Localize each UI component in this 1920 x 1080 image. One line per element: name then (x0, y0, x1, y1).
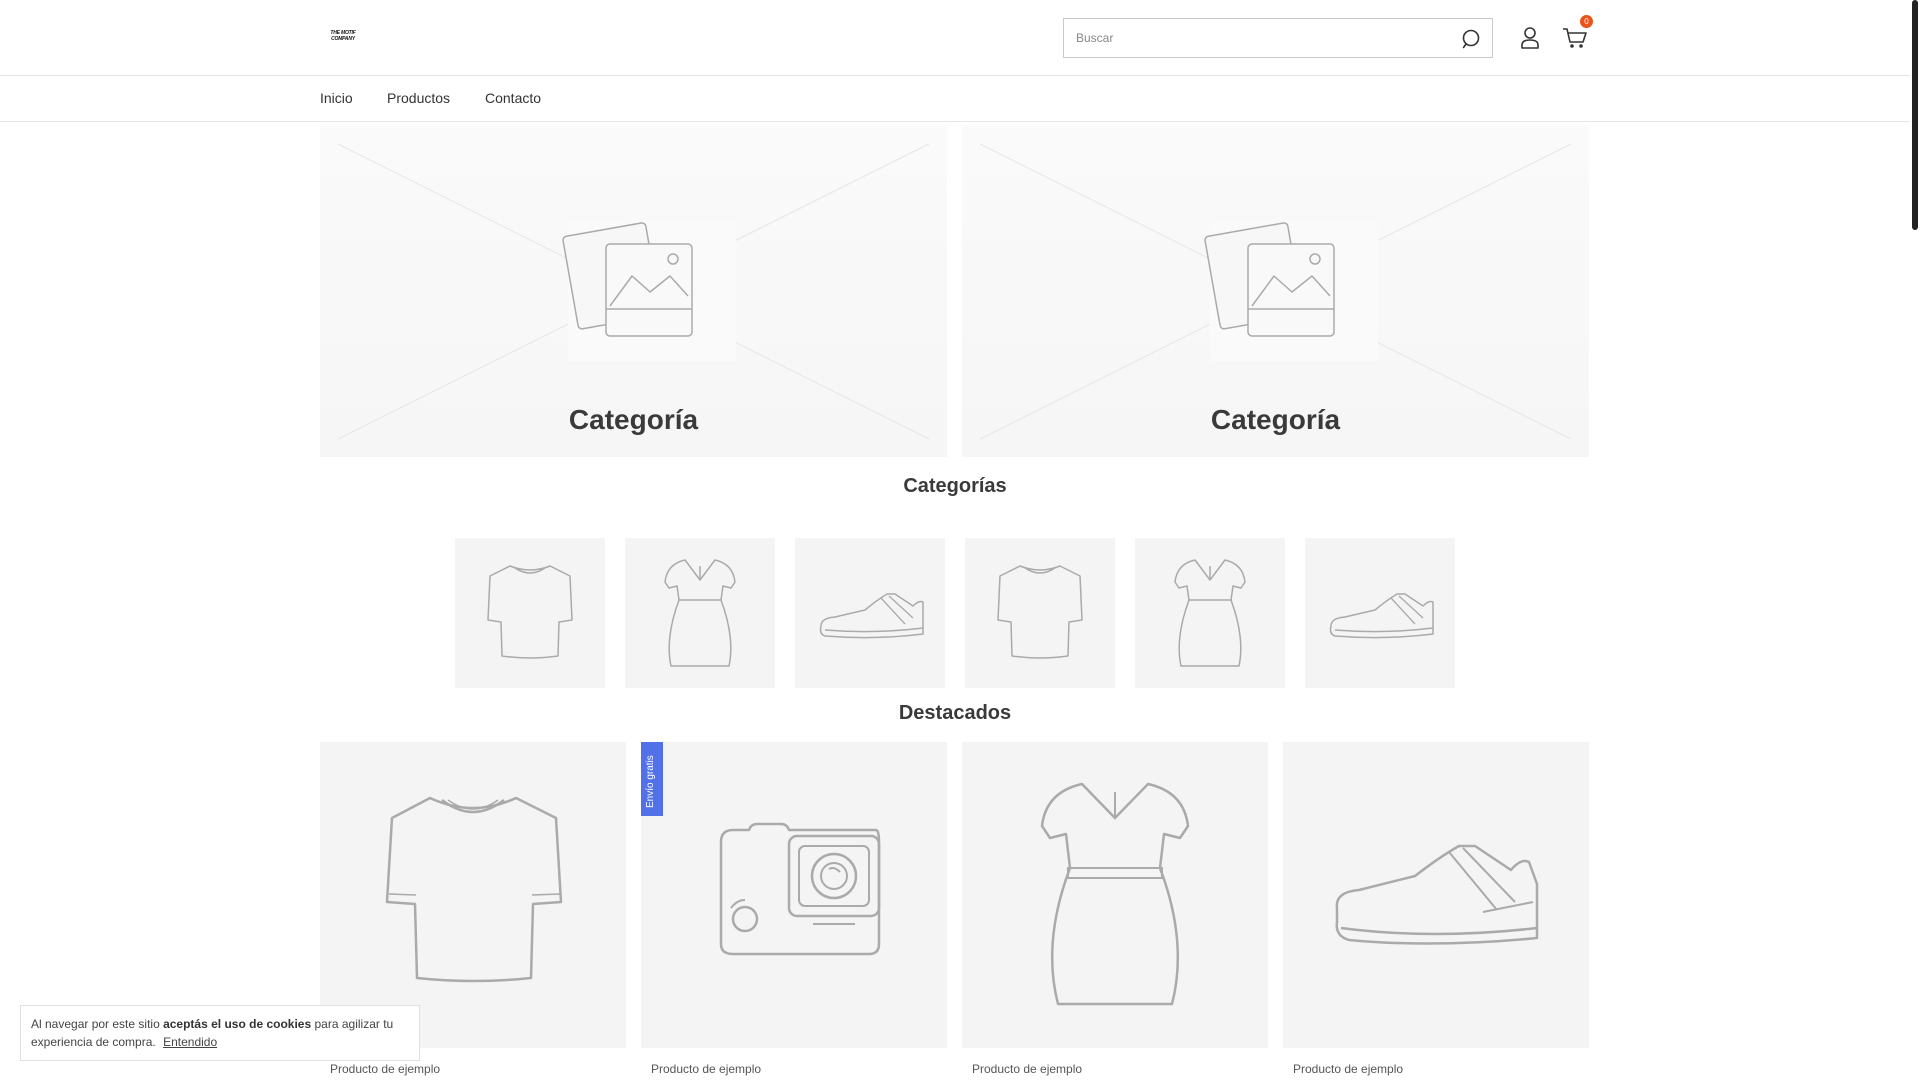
site-header: THE MOTIF COMPANY 0 (0, 0, 1910, 76)
category-banner-1[interactable]: Categoría (320, 126, 947, 457)
tshirt-icon (997, 565, 1083, 659)
sneaker-icon (1335, 844, 1539, 945)
dress-icon (1040, 782, 1190, 1006)
dress-icon (1174, 559, 1246, 667)
category-thumb-3[interactable] (795, 538, 945, 688)
store-logo[interactable]: THE MOTIF COMPANY (326, 30, 360, 44)
dress-icon (664, 559, 736, 667)
product-name[interactable]: Producto de ejemplo (1293, 1062, 1403, 1076)
sneaker-icon (819, 593, 924, 639)
camera-icon (719, 822, 881, 956)
free-shipping-badge: Envío gratis (641, 742, 663, 816)
product-image[interactable] (641, 742, 947, 1048)
cart-icon[interactable] (1562, 26, 1588, 50)
category-thumb-4[interactable] (965, 538, 1115, 688)
product-image[interactable] (1283, 742, 1589, 1048)
banner-1-label: Categoría (568, 404, 699, 435)
tshirt-icon (487, 565, 573, 659)
search-input[interactable] (1064, 19, 1444, 57)
product-name[interactable]: Producto de ejemplo (972, 1062, 1082, 1076)
nav-item-productos[interactable]: Productos (387, 90, 450, 106)
featured-title: Destacados (898, 702, 1012, 724)
cookie-text-before: Al navegar por este sitio (31, 1017, 164, 1031)
categories-title: Categorías (903, 475, 1007, 497)
logo-line-2: COMPANY (331, 36, 355, 42)
cookie-text-bold: aceptás el uso de cookies (163, 1017, 312, 1031)
tshirt-icon (385, 796, 563, 983)
product-card-4[interactable]: Producto de ejemplo (1283, 742, 1589, 1080)
product-image[interactable] (320, 742, 626, 1048)
product-image[interactable] (962, 742, 1268, 1048)
category-thumb-6[interactable] (1305, 538, 1455, 688)
product-card-2[interactable]: Producto de ejemplo (641, 742, 947, 1080)
product-card-3[interactable]: Producto de ejemplo (962, 742, 1268, 1080)
cookie-accept-link[interactable]: Entendido (163, 1035, 217, 1049)
cookie-notice: Al navegar por este sitio aceptás el uso… (20, 1005, 420, 1061)
scrollbar-thumb[interactable] (1912, 0, 1918, 230)
nav-item-inicio[interactable]: Inicio (320, 90, 353, 106)
sneaker-icon (1329, 593, 1434, 639)
main-nav: Inicio Productos Contacto (0, 76, 1910, 122)
search-box (1063, 18, 1493, 58)
category-thumb-5[interactable] (1135, 538, 1285, 688)
cart-count-badge: 0 (1580, 15, 1593, 28)
page-scrollbar[interactable] (1910, 0, 1920, 1080)
free-shipping-label: Envío gratis (645, 755, 656, 808)
search-icon[interactable] (1460, 28, 1482, 50)
nav-item-contacto[interactable]: Contacto (485, 90, 541, 106)
banner-2-label: Categoría (1210, 404, 1341, 435)
user-icon[interactable] (1519, 26, 1541, 50)
category-thumb-1[interactable] (455, 538, 605, 688)
product-name[interactable]: Producto de ejemplo (651, 1062, 761, 1076)
product-name[interactable]: Producto de ejemplo (330, 1062, 440, 1076)
category-thumb-2[interactable] (625, 538, 775, 688)
category-banner-2[interactable]: Categoría (962, 126, 1589, 457)
